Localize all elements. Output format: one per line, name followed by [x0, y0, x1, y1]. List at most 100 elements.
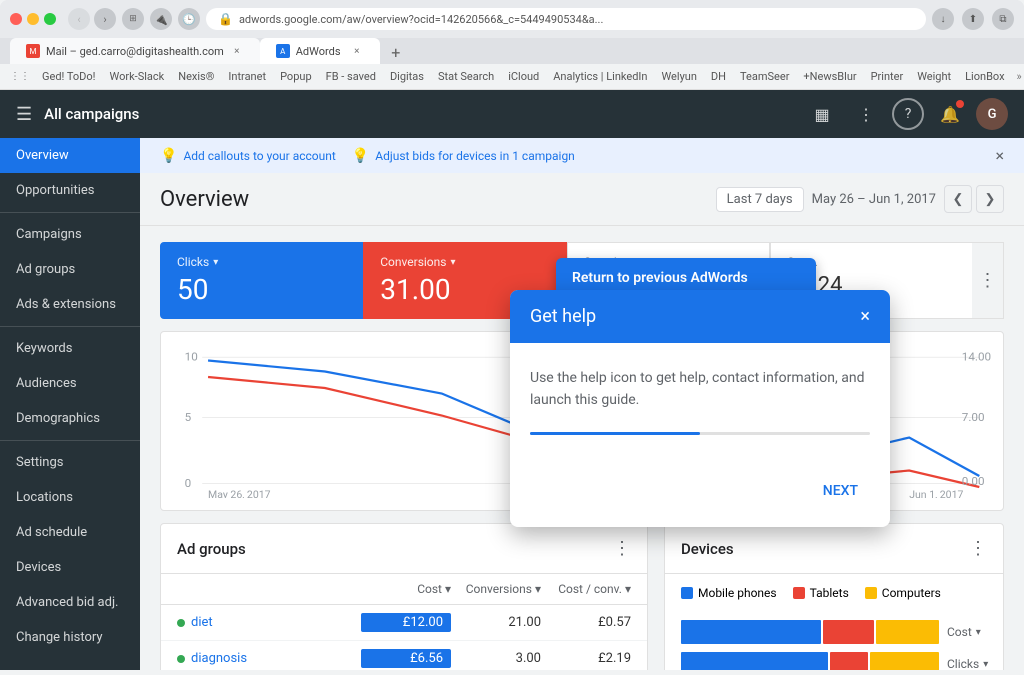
ad-group-diagnosis-link[interactable]: diagnosis: [177, 651, 361, 666]
ad-group-diet-conv: 21.00: [451, 615, 541, 630]
header-left: ☰ All campaigns: [16, 104, 139, 125]
bookmark-icloud[interactable]: iCloud: [502, 68, 545, 85]
ad-groups-menu-icon[interactable]: ⋮: [613, 538, 631, 559]
stat-card-clicks[interactable]: Clicks ▾ 50: [160, 242, 363, 319]
grid-icon: ⊞: [122, 8, 144, 30]
tablets-legend-dot: [793, 587, 805, 599]
bookmark-newsblur[interactable]: +NewsBlur: [797, 68, 862, 85]
sidebar-item-ad-schedule[interactable]: Ad schedule: [0, 515, 140, 550]
history-icon[interactable]: 🕒: [178, 8, 200, 30]
modal-header: Get help ×: [510, 290, 890, 343]
bookmark-weight[interactable]: Weight: [911, 68, 957, 85]
notification-bids[interactable]: 💡 Adjust bids for devices in 1 campaign: [352, 148, 575, 164]
more-options-button[interactable]: ⋮: [848, 96, 884, 132]
bookmark-teamseer[interactable]: TeamSeer: [734, 68, 795, 85]
modal-body-text: Use the help icon to get help, contact i…: [530, 367, 870, 412]
extensions-icon[interactable]: 🔌: [150, 8, 172, 30]
bookmark-digitas[interactable]: Digitas: [384, 68, 430, 85]
col-name-header: [177, 582, 361, 596]
maximize-window-btn[interactable]: [44, 13, 56, 25]
bookmark-intranet[interactable]: Intranet: [222, 68, 272, 85]
table-row: diagnosis £6.56 3.00 £2.19: [161, 641, 647, 670]
download-icon[interactable]: ↓: [932, 8, 954, 30]
bookmark-dh[interactable]: DH: [705, 68, 732, 85]
sidebar-item-keywords[interactable]: Keywords: [0, 331, 140, 366]
svg-text:Jun 1, 2017: Jun 1, 2017: [909, 490, 963, 498]
share-icon[interactable]: ⬆: [962, 8, 984, 30]
tab-mail[interactable]: M Mail – ged.carro@digitashealth.com ×: [10, 38, 260, 64]
date-selector: Last 7 days May 26 – Jun 1, 2017 ❮ ❯: [716, 185, 1004, 213]
forward-button[interactable]: ›: [94, 8, 116, 30]
bookmark-fb[interactable]: FB - saved: [320, 68, 382, 85]
devices-title: Devices: [681, 540, 734, 558]
stats-more-icon[interactable]: ⋮: [979, 270, 997, 291]
ad-groups-title: Ad groups: [177, 540, 246, 558]
bookmark-printer[interactable]: Printer: [865, 68, 910, 85]
bookmark-slack[interactable]: Work-Slack: [104, 68, 171, 85]
lock-icon: 🔒: [218, 12, 233, 26]
bookmark-lionbox[interactable]: LionBox: [959, 68, 1010, 85]
ad-group-diet-link[interactable]: diet: [177, 615, 361, 630]
col-costconv-header[interactable]: Cost / conv. ▾: [541, 582, 631, 596]
adwords-favicon: A: [276, 44, 290, 58]
avatar[interactable]: G: [976, 98, 1008, 130]
tab-mail-close[interactable]: ×: [230, 44, 244, 58]
date-preset-button[interactable]: Last 7 days: [716, 187, 804, 212]
tab-adwords[interactable]: A AdWords ×: [260, 38, 380, 64]
sidebar-item-campaigns[interactable]: Campaigns: [0, 217, 140, 252]
col-cost-header[interactable]: Cost ▾: [361, 582, 451, 596]
help-button[interactable]: ?: [892, 98, 924, 130]
stat-clicks-value: 50: [177, 273, 346, 306]
sidebar-item-devices[interactable]: Devices: [0, 550, 140, 585]
modal-next-button[interactable]: NEXT: [811, 475, 870, 507]
cost-bar-label[interactable]: Cost ▾: [947, 625, 987, 639]
date-next-button[interactable]: ❯: [976, 185, 1004, 213]
bookmark-todo[interactable]: Ged! ToDo!: [36, 68, 102, 85]
sidebar-item-locations[interactable]: Locations: [0, 480, 140, 515]
bookmark-stat[interactable]: Stat Search: [432, 68, 500, 85]
legend-mobile: Mobile phones: [681, 586, 777, 600]
notifications-button[interactable]: 🔔: [932, 96, 968, 132]
conversions-caret-icon: ▾: [450, 257, 455, 268]
notification-callouts[interactable]: 💡 Add callouts to your account: [160, 148, 336, 164]
address-bar[interactable]: 🔒 adwords.google.com/aw/overview?ocid=14…: [206, 8, 926, 30]
charts-button[interactable]: ▦: [804, 96, 840, 132]
bookmark-analytics[interactable]: Analytics | LinkedIn: [547, 68, 653, 85]
cost-tablets-bar: [823, 620, 874, 644]
sidebar-item-opportunities[interactable]: Opportunities: [0, 173, 140, 208]
close-window-btn[interactable]: [10, 13, 22, 25]
duplicate-icon[interactable]: ⧉: [992, 8, 1014, 30]
tab-adwords-close[interactable]: ×: [350, 44, 364, 58]
sidebar-item-change-history[interactable]: Change history: [0, 620, 140, 655]
sidebar-item-audiences[interactable]: Audiences: [0, 366, 140, 401]
window-controls: [10, 13, 56, 25]
modal-close-button[interactable]: ×: [860, 306, 870, 327]
sidebar-toggle-icon[interactable]: ☰: [16, 104, 32, 125]
sidebar-item-overview[interactable]: Overview: [0, 138, 140, 173]
bookmark-nexis[interactable]: Nexis®: [172, 68, 220, 85]
sidebar-item-bid-adj[interactable]: Advanced bid adj.: [0, 585, 140, 620]
sidebar-item-settings[interactable]: Settings: [0, 445, 140, 480]
bookmark-welyun[interactable]: Welyun: [655, 68, 702, 85]
clicks-bar-label[interactable]: Clicks ▾: [947, 657, 987, 670]
date-prev-button[interactable]: ❮: [944, 185, 972, 213]
modal-body: Use the help icon to get help, contact i…: [510, 343, 890, 475]
sidebar-item-ad-groups[interactable]: Ad groups: [0, 252, 140, 287]
bookmark-popup[interactable]: Popup: [274, 68, 318, 85]
devices-menu-icon[interactable]: ⋮: [969, 538, 987, 559]
sidebar-divider-1: [0, 212, 140, 213]
bookmarks-more[interactable]: »: [1017, 70, 1022, 83]
stat-clicks-label: Clicks ▾: [177, 255, 346, 269]
notification-close-btn[interactable]: ×: [995, 146, 1004, 165]
sidebar-item-ads-extensions[interactable]: Ads & extensions: [0, 287, 140, 322]
device-clicks-bar-row: Clicks ▾: [681, 652, 987, 670]
svg-text:5: 5: [185, 410, 192, 424]
content-header: Overview Last 7 days May 26 – Jun 1, 201…: [140, 173, 1024, 226]
sidebar-item-demographics[interactable]: Demographics: [0, 401, 140, 436]
col-conversions-header[interactable]: Conversions ▾: [451, 582, 541, 596]
svg-text:14.00: 14.00: [962, 350, 991, 364]
back-button[interactable]: ‹: [68, 8, 90, 30]
legend-tablets: Tablets: [793, 586, 849, 600]
new-tab-button[interactable]: +: [384, 40, 408, 64]
minimize-window-btn[interactable]: [27, 13, 39, 25]
